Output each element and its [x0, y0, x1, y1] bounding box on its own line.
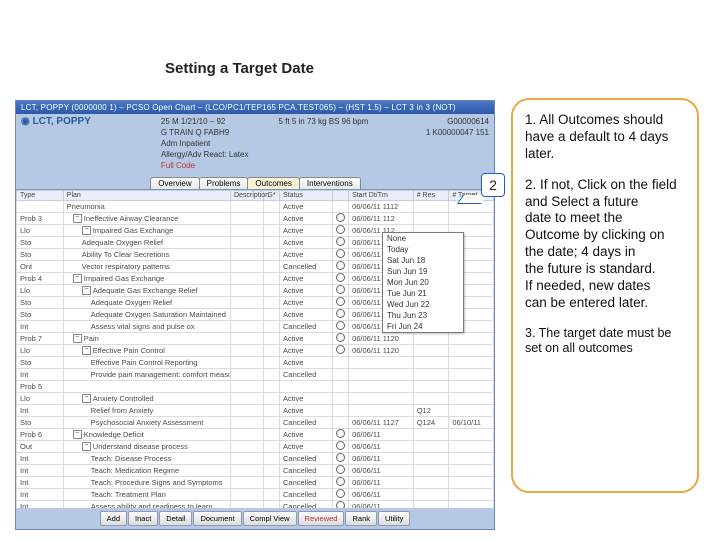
row-radio[interactable] — [336, 441, 345, 450]
full-code-link[interactable]: Full Code — [161, 160, 249, 171]
table-row[interactable]: IntTeach: Disease ProcessCancelled06/06/… — [17, 453, 494, 465]
account-2: 1 K00000047 151 — [426, 127, 489, 138]
col-desc[interactable]: Description — [230, 191, 263, 201]
table-row[interactable]: Out−Understand disease processActive06/0… — [17, 441, 494, 453]
row-radio[interactable] — [336, 321, 345, 330]
row-radio[interactable] — [336, 309, 345, 318]
row-radio[interactable] — [336, 453, 345, 462]
tree-toggle-icon[interactable]: − — [82, 442, 91, 451]
table-row[interactable]: StoEffective Pain Control ReportingActiv… — [17, 357, 494, 369]
inact-button[interactable]: Inact — [128, 511, 158, 526]
tab-overview[interactable]: Overview — [150, 177, 199, 189]
col-plan[interactable]: Plan — [63, 191, 230, 201]
row-radio[interactable] — [336, 285, 345, 294]
instruction-box: 1. All Outcomes should have a default to… — [511, 98, 699, 493]
row-radio[interactable] — [336, 213, 345, 222]
row-radio[interactable] — [336, 225, 345, 234]
row-radio[interactable] — [336, 273, 345, 282]
add-button[interactable]: Add — [100, 511, 127, 526]
table-row[interactable]: Prob 7−PainActive06/06/11 1120 — [17, 333, 494, 345]
alert-line-2: Allergy/Adv React: Latex — [161, 149, 249, 160]
row-radio[interactable] — [336, 489, 345, 498]
table-row[interactable]: IntRelief from AnxietyActiveQ12 — [17, 405, 494, 417]
table-row[interactable]: StoPsychosocial Anxiety AssessmentCancel… — [17, 417, 494, 429]
table-row[interactable]: PneumoniaActive06/06/11 1112 — [17, 201, 494, 213]
app-window: LCT, POPPY (0000000 1) – PCSO Open Chart… — [15, 100, 495, 530]
date-option[interactable]: Tue Jun 21 — [383, 288, 463, 299]
col-sel[interactable] — [333, 191, 349, 201]
tree-toggle-icon[interactable]: − — [82, 394, 91, 403]
date-option[interactable]: Sun Jun 19 — [383, 266, 463, 277]
callout-number-2: 2 — [481, 173, 505, 197]
table-row[interactable]: Llo−Anxiety ControlledActive — [17, 393, 494, 405]
row-radio[interactable] — [336, 465, 345, 474]
tree-toggle-icon[interactable]: − — [73, 430, 82, 439]
row-radio[interactable] — [336, 249, 345, 258]
instruction-1: 1. All Outcomes should have a default to… — [525, 112, 685, 163]
instruction-2: 2. If not, Click on the field and Select… — [525, 177, 685, 312]
date-option[interactable]: Thu Jun 23 — [383, 310, 463, 321]
tab-problems[interactable]: Problems — [199, 177, 249, 189]
date-option[interactable]: Today — [383, 244, 463, 255]
table-row[interactable]: IntTeach: Treatment PlanCancelled06/06/1… — [17, 489, 494, 501]
window-titlebar: LCT, POPPY (0000000 1) – PCSO Open Chart… — [16, 101, 494, 114]
rank-button[interactable]: Rank — [345, 511, 377, 526]
table-row[interactable]: IntTeach: Medication RegimeCancelled06/0… — [17, 465, 494, 477]
tree-toggle-icon[interactable]: − — [82, 346, 91, 355]
row-radio[interactable] — [336, 429, 345, 438]
utility-button[interactable]: Utility — [378, 511, 410, 526]
row-radio[interactable] — [336, 333, 345, 342]
row-radio[interactable] — [336, 297, 345, 306]
date-popup[interactable]: NoneTodaySat Jun 18Sun Jun 19Mon Jun 20T… — [382, 232, 464, 333]
account-1: G00000614 — [426, 116, 489, 127]
tab-strip: Overview Problems Outcomes Interventions — [16, 173, 494, 189]
date-option[interactable]: Fri Jun 24 — [383, 321, 463, 332]
col-type[interactable]: Type — [17, 191, 64, 201]
date-option[interactable]: Wed Jun 22 — [383, 299, 463, 310]
dob-line: 25 M 1/21/10 – 92 — [161, 116, 249, 127]
row-radio[interactable] — [336, 477, 345, 486]
tree-toggle-icon[interactable]: − — [73, 274, 82, 283]
mrn-line: G TRAIN Q FABH9 — [161, 127, 249, 138]
complete-button[interactable]: Compl View — [243, 511, 297, 526]
table-row[interactable]: Llo−Effective Pain ControlActive06/06/11… — [17, 345, 494, 357]
row-radio[interactable] — [336, 261, 345, 270]
col-start[interactable]: Start Dt/Tm — [349, 191, 414, 201]
table-row[interactable]: IntTeach: Procedure Signs and SymptomsCa… — [17, 477, 494, 489]
date-option[interactable]: None — [383, 233, 463, 244]
table-row[interactable]: Prob 6−Knowledge DeficitActive06/06/11 — [17, 429, 494, 441]
row-radio[interactable] — [336, 237, 345, 246]
tree-toggle-icon[interactable]: − — [82, 226, 91, 235]
grid-area: Type Plan Description G* Status Start Dt… — [16, 189, 494, 508]
vitals-line: 5 ft 5 in 73 kg BS 96 bpm — [278, 116, 368, 127]
patient-name-text: LCT, POPPY — [33, 116, 91, 127]
alert-line: Adm Inpatient — [161, 138, 249, 149]
reviewed-button[interactable]: Reviewed — [298, 511, 345, 526]
instruction-3: 3. The target date must be set on all ou… — [525, 326, 685, 357]
table-row[interactable]: IntProvide pain management: comfort meas… — [17, 369, 494, 381]
col-status[interactable]: Status — [279, 191, 332, 201]
tree-toggle-icon[interactable]: − — [73, 214, 82, 223]
tree-toggle-icon[interactable]: − — [82, 286, 91, 295]
date-option[interactable]: Mon Jun 20 — [383, 277, 463, 288]
tree-toggle-icon[interactable]: − — [73, 334, 82, 343]
page-title: Setting a Target Date — [165, 60, 314, 77]
row-radio[interactable] — [336, 345, 345, 354]
date-option[interactable]: Sat Jun 18 — [383, 255, 463, 266]
detail-button[interactable]: Detail — [159, 511, 192, 526]
col-res[interactable]: # Res — [413, 191, 449, 201]
tab-outcomes[interactable]: Outcomes — [247, 177, 299, 189]
table-row[interactable]: Prob 3−Ineffective Airway ClearanceActiv… — [17, 213, 494, 225]
table-row[interactable]: Prob 5 — [17, 381, 494, 393]
document-button[interactable]: Document — [193, 511, 241, 526]
tab-interventions[interactable]: Interventions — [299, 177, 361, 189]
row-radio[interactable] — [336, 501, 345, 508]
toolbar: Add Inact Detail Document Compl View Rev… — [16, 508, 494, 529]
patient-name: ◉ LCT, POPPY — [21, 116, 91, 127]
table-row[interactable]: IntAssess ability and readiness to learn… — [17, 501, 494, 509]
patient-header: ◉ LCT, POPPY 25 M 1/21/10 – 92 G TRAIN Q… — [16, 114, 494, 173]
